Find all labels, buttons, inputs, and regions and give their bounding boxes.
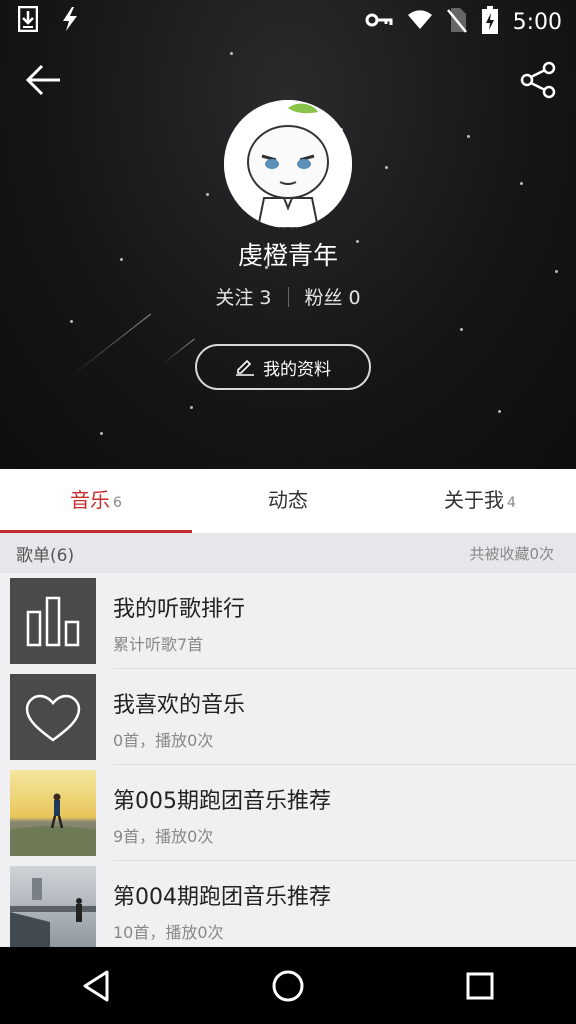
star <box>70 320 73 323</box>
profile-header: 5:00 虔橙青年 关注 3 粉丝 0 我的资料 <box>0 0 576 469</box>
playlist-subtitle: 累计听歌7首 <box>113 635 204 654</box>
star <box>385 166 388 169</box>
playlist-subtitle: 9首，播放0次 <box>113 827 214 846</box>
avatar[interactable] <box>224 100 352 228</box>
heart-icon <box>25 694 81 742</box>
shooting-star <box>162 338 195 364</box>
playlist-section-meta: 共被收藏0次 <box>469 544 554 563</box>
system-nav-bar <box>0 947 576 1024</box>
tab-activity[interactable]: 动态 <box>192 469 384 533</box>
playlist-section-title: 歌单(6) <box>16 545 75 566</box>
tab-about[interactable]: 关于我 4 <box>384 469 576 533</box>
playlist-section-header: 歌单(6) 共被收藏0次 <box>0 533 576 573</box>
tab-music-label: 音乐 <box>70 488 111 512</box>
profile-stats: 关注 3 粉丝 0 <box>0 283 576 310</box>
playlist-title: 第004期跑团音乐推荐 <box>113 885 331 910</box>
circle-home-icon <box>272 970 304 1001</box>
star <box>206 193 209 196</box>
back-button[interactable] <box>24 62 64 102</box>
download-icon <box>17 5 39 36</box>
edit-icon <box>236 359 254 376</box>
status-time: 5:00 <box>512 9 562 35</box>
avatar-image <box>224 100 352 228</box>
playlist-subtitle: 0首，播放0次 <box>113 731 214 750</box>
nav-recents-button[interactable] <box>440 956 520 1016</box>
bar-chart-icon <box>26 596 80 647</box>
star <box>100 432 103 435</box>
star <box>460 328 463 331</box>
playlist-subtitle: 10首，播放0次 <box>113 923 224 942</box>
wifi-icon <box>407 10 433 34</box>
tab-about-label: 关于我 <box>444 488 505 512</box>
status-bar: 5:00 <box>0 0 576 40</box>
playlist-cover <box>10 578 96 664</box>
triangle-back-icon <box>83 970 109 1001</box>
my-profile-button[interactable]: 我的资料 <box>195 344 371 390</box>
playlist-cover <box>10 674 96 760</box>
my-profile-label: 我的资料 <box>263 359 331 380</box>
star <box>230 52 233 55</box>
tab-activity-label: 动态 <box>268 488 308 512</box>
no-sim-icon <box>446 7 467 37</box>
runner-photo <box>10 866 96 952</box>
star <box>467 135 470 138</box>
playlist-title: 我的听歌排行 <box>113 597 246 622</box>
list-item[interactable]: 第004期跑团音乐推荐 10首，播放0次 <box>0 861 576 957</box>
arrow-back-icon <box>25 64 60 96</box>
fans-count[interactable]: 粉丝 0 <box>305 283 361 310</box>
share-button[interactable] <box>518 60 558 104</box>
username: 虔橙青年 <box>237 241 338 270</box>
star <box>190 406 193 409</box>
tab-about-count: 4 <box>507 495 516 511</box>
tab-music-count: 6 <box>113 495 122 511</box>
stats-divider <box>287 286 289 307</box>
battery-charging-icon <box>481 6 499 38</box>
playlist-cover <box>10 770 96 856</box>
star <box>498 410 501 413</box>
profile-tabs: 音乐 6 动态 关于我 4 <box>0 469 576 533</box>
list-item[interactable]: 我喜欢的音乐 0首，播放0次 <box>0 669 576 765</box>
runner-photo <box>10 770 96 856</box>
playlist-title: 第005期跑团音乐推荐 <box>113 789 331 814</box>
list-item[interactable]: 我的听歌排行 累计听歌7首 <box>0 573 576 669</box>
square-recents-icon <box>466 972 494 999</box>
playlist-cover <box>10 866 96 952</box>
vpn-key-icon <box>365 11 393 33</box>
tab-music[interactable]: 音乐 6 <box>0 469 192 533</box>
flash-icon <box>60 6 80 36</box>
shooting-star <box>71 313 152 376</box>
nav-back-button[interactable] <box>56 956 136 1016</box>
follow-count[interactable]: 关注 3 <box>215 283 271 310</box>
share-icon <box>520 61 556 99</box>
nav-home-button[interactable] <box>248 956 328 1016</box>
playlist-list: 我的听歌排行 累计听歌7首 我喜欢的音乐 0首，播放0次 第005期跑团音乐推荐… <box>0 573 576 957</box>
playlist-title: 我喜欢的音乐 <box>113 693 246 718</box>
list-item[interactable]: 第005期跑团音乐推荐 9首，播放0次 <box>0 765 576 861</box>
star <box>520 182 523 185</box>
